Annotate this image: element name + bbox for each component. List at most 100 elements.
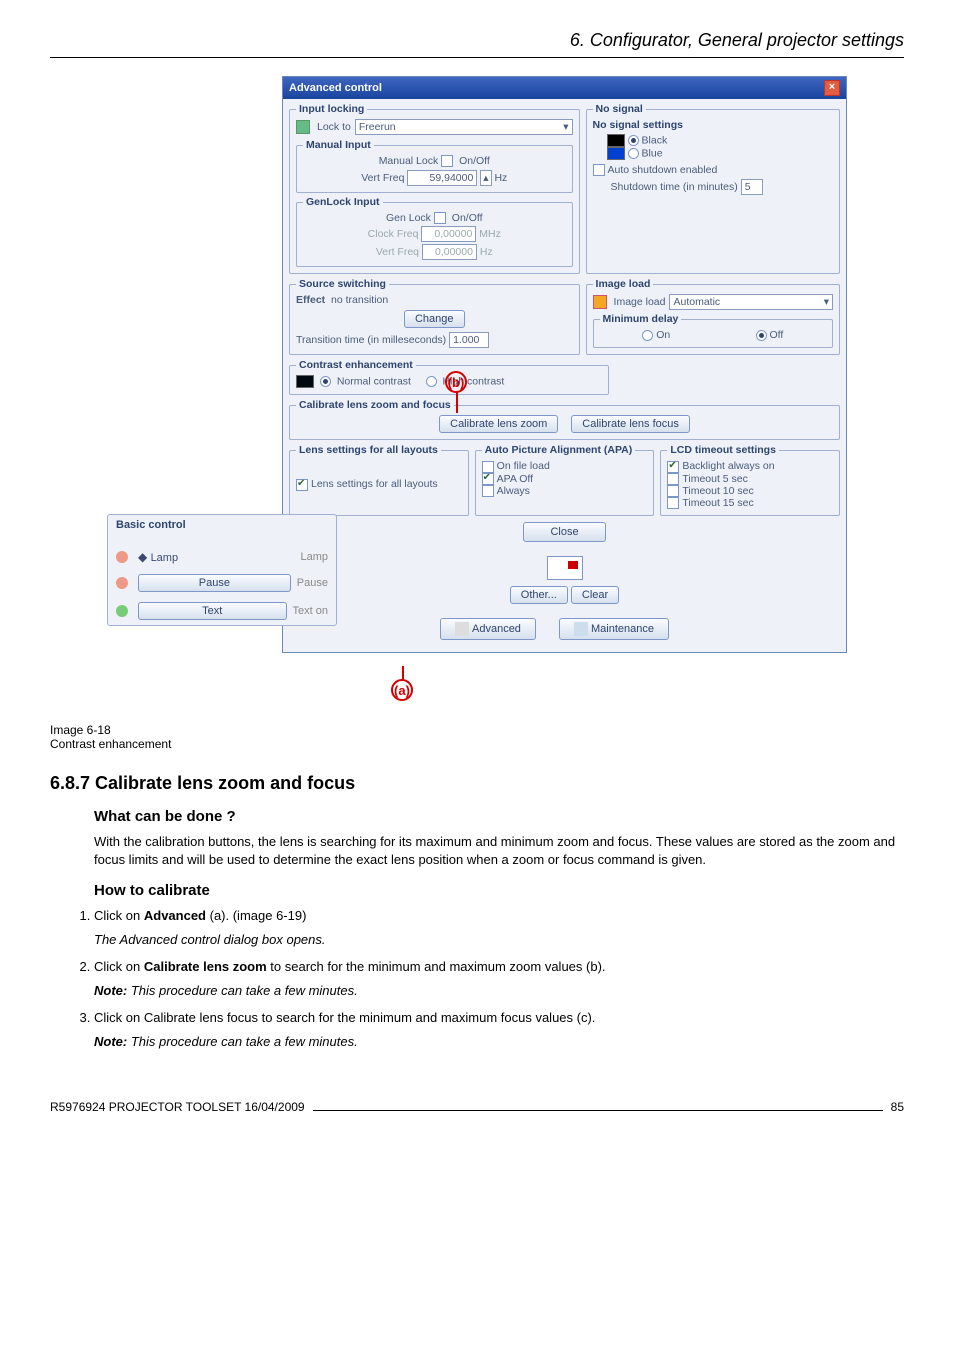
footer-left: R5976924 PROJECTOR TOOLSET 16/04/2009 [50, 1100, 305, 1114]
step-1: Click on Advanced (a). (image 6-19) The … [94, 907, 904, 948]
text-button[interactable]: Text [138, 602, 287, 620]
basic-control-panel: Basic control ◆ Lamp Lamp Pause Pause Te… [107, 514, 337, 626]
text-status-icon [116, 605, 128, 617]
normal-label: Normal contrast [337, 376, 411, 388]
what-heading: What can be done ? [94, 808, 904, 825]
close-icon[interactable]: × [824, 80, 840, 96]
wrench-icon [574, 622, 588, 636]
vert-freq-input[interactable]: 59,94000 [407, 170, 477, 186]
input-locking-legend: Input locking [296, 103, 367, 115]
lcd-t15-cb[interactable] [667, 497, 679, 509]
cog-icon [455, 622, 469, 636]
black-radio[interactable] [628, 135, 639, 146]
apa-always-label: Always [497, 485, 530, 497]
refresh-icon [593, 295, 607, 309]
spinner-icon[interactable]: ▴ [480, 170, 491, 186]
image-load-legend: Image load [593, 278, 654, 290]
off-label: Off [770, 329, 784, 341]
vert-freq-label: Vert Freq [361, 172, 404, 184]
lcd-t10-cb[interactable] [667, 485, 679, 497]
lock-to-label: Lock to [317, 121, 351, 133]
manual-lock-checkbox[interactable] [441, 155, 453, 167]
lcd-backlight-label: Backlight always on [682, 460, 774, 472]
mindelay-off-radio[interactable] [756, 330, 767, 341]
normal-radio[interactable] [320, 376, 331, 387]
pause-hint: Pause [297, 577, 328, 589]
lock-to-select[interactable]: Freerun ▾ [355, 119, 573, 135]
page-header: 6. Configurator, General projector setti… [50, 30, 904, 58]
calibrate-focus-button[interactable]: Calibrate lens focus [571, 415, 690, 433]
step-3: Click on Calibrate lens focus to search … [94, 1009, 904, 1050]
calibrate-zoom-button[interactable]: Calibrate lens zoom [439, 415, 558, 433]
blue-swatch [607, 147, 625, 160]
apa-off-label: APA Off [497, 473, 533, 485]
blue-label: Blue [642, 147, 663, 159]
vert-freq2-label: Vert Freq [376, 246, 419, 258]
auto-shutdown-cb[interactable] [593, 164, 605, 176]
close-button[interactable]: Close [523, 522, 605, 542]
change-button[interactable]: Change [404, 310, 465, 328]
lens-layouts-label: Lens settings for all layouts [311, 478, 438, 490]
lens-layouts-legend: Lens settings for all layouts [296, 444, 441, 456]
shutdown-time-input[interactable]: 5 [741, 179, 763, 195]
callout-b: (b) [445, 371, 467, 393]
lcd-t5-cb[interactable] [667, 473, 679, 485]
lens-layouts-cb[interactable] [296, 479, 308, 491]
shutdown-time-label: Shutdown time (in minutes) [611, 181, 738, 193]
mindelay-on-radio[interactable] [642, 330, 653, 341]
genlock-onoff: On/Off [452, 212, 483, 224]
arrow-b [456, 391, 458, 413]
no-signal-legend: No signal [593, 103, 646, 115]
flag-icon [547, 556, 583, 580]
clock-freq-input[interactable]: 0,00000 [421, 226, 476, 242]
lcd-legend: LCD timeout settings [667, 444, 779, 456]
contrast-legend: Contrast enhancement [296, 359, 416, 371]
apa-onfile-cb[interactable] [482, 461, 494, 473]
lamp-status-icon [116, 551, 128, 563]
advanced-control-window: Advanced control × Input locking Lock to [282, 76, 847, 653]
apa-always-cb[interactable] [482, 485, 494, 497]
tab-maintenance[interactable]: Maintenance [559, 618, 669, 640]
apa-off-cb[interactable] [482, 473, 494, 485]
lcd-backlight-cb[interactable] [667, 461, 679, 473]
no-transition: no transition [331, 294, 388, 306]
effect-label: Effect [296, 294, 325, 306]
black-label: Black [642, 134, 668, 146]
what-body: With the calibration buttons, the lens i… [94, 833, 904, 868]
manual-input-legend: Manual Input [303, 139, 374, 151]
image-load-label: Image load [614, 296, 666, 308]
text-hint: Text on [293, 605, 328, 617]
lamp-hint: Lamp [300, 551, 328, 563]
manual-onoff: On/Off [459, 155, 490, 167]
black-swatch [607, 134, 625, 147]
section-heading: 6.8.7 Calibrate lens zoom and focus [50, 773, 904, 794]
image-caption-num: Image 6-18 [50, 723, 904, 737]
on-label: On [656, 329, 670, 341]
lcd-t10-label: Timeout 10 sec [682, 485, 753, 497]
image-load-select[interactable]: Automatic▾ [669, 294, 833, 310]
apa-onfile-label: On file load [497, 460, 550, 472]
auto-shutdown-label: Auto shutdown enabled [608, 164, 718, 176]
tab-advanced[interactable]: Advanced [440, 618, 536, 640]
genlock-cb[interactable] [434, 212, 446, 224]
arrow-a [402, 666, 404, 680]
calibrate-legend: Calibrate lens zoom and focus [296, 399, 454, 411]
hz2-label: Hz [480, 246, 493, 258]
clock-freq-label: Clock Freq [368, 228, 419, 240]
vert-freq2-input[interactable]: 0,00000 [422, 244, 477, 260]
blue-radio[interactable] [628, 148, 639, 159]
manual-lock-label: Manual Lock [379, 155, 439, 167]
transition-time-input[interactable]: 1.000 [449, 332, 489, 348]
pause-status-icon [116, 577, 128, 589]
lamp-label: Lamp [151, 552, 179, 564]
gen-lock-label: Gen Lock [386, 212, 431, 224]
other-button[interactable]: Other... [510, 586, 568, 604]
image-caption-desc: Contrast enhancement [50, 737, 904, 751]
no-signal-settings: No signal settings [593, 119, 833, 131]
high-radio[interactable] [426, 376, 437, 387]
clear-button[interactable]: Clear [571, 586, 619, 604]
step-2: Click on Calibrate lens zoom to search f… [94, 958, 904, 999]
pause-button[interactable]: Pause [138, 574, 291, 592]
window-title: Advanced control [289, 82, 382, 94]
mhz-label: MHz [479, 228, 501, 240]
